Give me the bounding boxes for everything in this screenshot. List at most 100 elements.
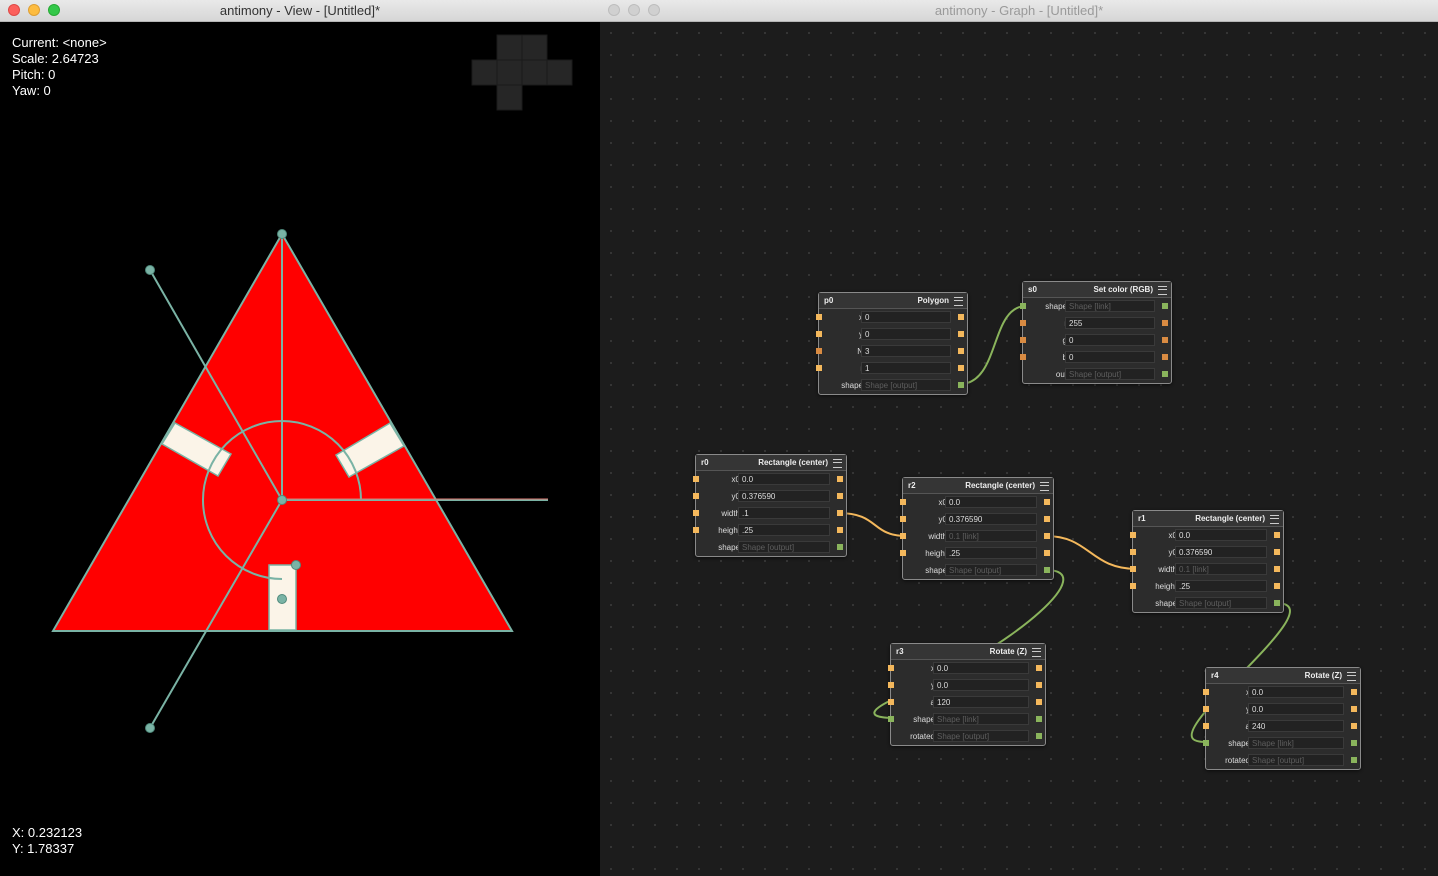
vertex-handle-top[interactable] bbox=[277, 229, 287, 239]
menu-icon[interactable] bbox=[1158, 286, 1167, 295]
datum-field[interactable]: 240 bbox=[1248, 720, 1344, 732]
output-port[interactable] bbox=[1351, 723, 1357, 729]
vertex-handle-upper-left[interactable] bbox=[145, 265, 155, 275]
input-port[interactable] bbox=[1020, 320, 1026, 326]
input-port[interactable] bbox=[693, 527, 699, 533]
output-port[interactable] bbox=[837, 493, 843, 499]
input-port[interactable] bbox=[888, 699, 894, 705]
input-port[interactable] bbox=[1020, 354, 1026, 360]
output-port[interactable] bbox=[958, 314, 964, 320]
rect-center-handle[interactable] bbox=[277, 594, 287, 604]
wire-r0-r2[interactable] bbox=[837, 512, 908, 537]
rect-corner-handle[interactable] bbox=[291, 560, 301, 570]
datum-field[interactable]: 1 bbox=[861, 362, 951, 374]
datum-field[interactable]: 3 bbox=[861, 345, 951, 357]
output-port[interactable] bbox=[1351, 689, 1357, 695]
output-port[interactable] bbox=[958, 331, 964, 337]
wire-p0-s0[interactable] bbox=[959, 305, 1027, 385]
view-titlebar[interactable]: antimony - View - [Untitled]* bbox=[0, 0, 600, 22]
output-port[interactable] bbox=[958, 365, 964, 371]
output-port[interactable] bbox=[1044, 550, 1050, 556]
datum-field[interactable]: 255 bbox=[1065, 317, 1155, 329]
node-r1[interactable]: r1 Rectangle (center) x0 0.0 y0 0.376590 wi… bbox=[1130, 510, 1284, 613]
menu-icon[interactable] bbox=[954, 297, 963, 306]
datum-field[interactable]: .25 bbox=[1175, 580, 1267, 592]
input-port[interactable] bbox=[900, 550, 906, 556]
node-s0[interactable]: s0 Set color (RGB) shapeShape [link] r255… bbox=[1020, 281, 1172, 384]
datum-field[interactable]: 0 bbox=[1065, 334, 1155, 346]
input-port[interactable] bbox=[816, 314, 822, 320]
output-port[interactable] bbox=[837, 476, 843, 482]
input-port[interactable] bbox=[1130, 549, 1136, 555]
datum-field[interactable]: 120 bbox=[933, 696, 1029, 708]
output-port[interactable] bbox=[837, 527, 843, 533]
node-p0[interactable]: p0 Polygon x0 y0 N3 r1 shapeShape [output… bbox=[816, 292, 968, 395]
node-r0[interactable]: r0 Rectangle (center) x0 0.0 y0 0.376590 wi… bbox=[693, 454, 847, 557]
output-port[interactable] bbox=[1351, 740, 1357, 746]
input-port[interactable] bbox=[888, 716, 894, 722]
output-port[interactable] bbox=[1162, 337, 1168, 343]
output-port[interactable] bbox=[1036, 665, 1042, 671]
datum-field[interactable]: 0.0 bbox=[1248, 686, 1344, 698]
menu-icon[interactable] bbox=[1270, 515, 1279, 524]
datum-field[interactable]: .1 bbox=[738, 507, 830, 519]
input-port[interactable] bbox=[900, 516, 906, 522]
output-port[interactable] bbox=[1162, 303, 1168, 309]
datum-field[interactable]: .25 bbox=[738, 524, 830, 536]
input-port[interactable] bbox=[816, 331, 822, 337]
output-port[interactable] bbox=[1044, 567, 1050, 573]
datum-field[interactable]: 0.0 bbox=[945, 496, 1037, 508]
menu-icon[interactable] bbox=[833, 459, 842, 468]
datum-field[interactable]: 0.0 bbox=[1248, 703, 1344, 715]
node-graph-canvas[interactable]: p0 Polygon x0 y0 N3 r1 shapeShape [output… bbox=[600, 22, 1438, 876]
output-port[interactable] bbox=[1036, 733, 1042, 739]
menu-icon[interactable] bbox=[1032, 648, 1041, 657]
output-port[interactable] bbox=[1351, 757, 1357, 763]
input-port[interactable] bbox=[693, 493, 699, 499]
output-port[interactable] bbox=[1162, 371, 1168, 377]
input-port[interactable] bbox=[816, 365, 822, 371]
datum-field[interactable]: 0.376590 bbox=[1175, 546, 1267, 558]
viewport-3d[interactable]: Current: <none> Scale: 2.64723 Pitch: 0 … bbox=[0, 22, 600, 876]
input-port[interactable] bbox=[693, 510, 699, 516]
vertex-handle-lower-left[interactable] bbox=[145, 723, 155, 733]
input-port[interactable] bbox=[1130, 566, 1136, 572]
input-port[interactable] bbox=[1020, 337, 1026, 343]
input-port[interactable] bbox=[900, 533, 906, 539]
input-port[interactable] bbox=[1203, 689, 1209, 695]
output-port[interactable] bbox=[1162, 320, 1168, 326]
node-r4[interactable]: r4 Rotate (Z) x0.0 y0.0 a240 shapeShape [… bbox=[1203, 667, 1361, 770]
datum-field[interactable]: 0.376590 bbox=[945, 513, 1037, 525]
output-port[interactable] bbox=[837, 510, 843, 516]
datum-field[interactable]: 0.0 bbox=[933, 679, 1029, 691]
datum-field[interactable]: 0 bbox=[861, 311, 951, 323]
output-port[interactable] bbox=[1274, 549, 1280, 555]
input-port[interactable] bbox=[1203, 723, 1209, 729]
view-cube[interactable] bbox=[471, 34, 573, 111]
center-handle[interactable] bbox=[277, 495, 287, 505]
input-port[interactable] bbox=[1020, 303, 1026, 309]
node-r2[interactable]: r2 Rectangle (center) x0 0.0 y0 0.376590 wi… bbox=[900, 477, 1054, 580]
datum-field[interactable]: .25 bbox=[945, 547, 1037, 559]
output-port[interactable] bbox=[1044, 533, 1050, 539]
output-port[interactable] bbox=[1351, 706, 1357, 712]
menu-icon[interactable] bbox=[1040, 482, 1049, 491]
output-port[interactable] bbox=[837, 544, 843, 550]
datum-field[interactable]: 0.0 bbox=[738, 473, 830, 485]
input-port[interactable] bbox=[816, 348, 822, 354]
input-port[interactable] bbox=[900, 499, 906, 505]
output-port[interactable] bbox=[1274, 532, 1280, 538]
input-port[interactable] bbox=[1203, 740, 1209, 746]
output-port[interactable] bbox=[1274, 566, 1280, 572]
menu-icon[interactable] bbox=[1347, 672, 1356, 681]
output-port[interactable] bbox=[958, 348, 964, 354]
input-port[interactable] bbox=[888, 682, 894, 688]
datum-field[interactable]: 0 bbox=[1065, 351, 1155, 363]
input-port[interactable] bbox=[1130, 532, 1136, 538]
input-port[interactable] bbox=[1130, 583, 1136, 589]
input-port[interactable] bbox=[693, 476, 699, 482]
node-r3[interactable]: r3 Rotate (Z) x0.0 y0.0 a120 shapeShape [… bbox=[888, 643, 1046, 746]
input-port[interactable] bbox=[888, 665, 894, 671]
output-port[interactable] bbox=[1274, 600, 1280, 606]
output-port[interactable] bbox=[1036, 682, 1042, 688]
